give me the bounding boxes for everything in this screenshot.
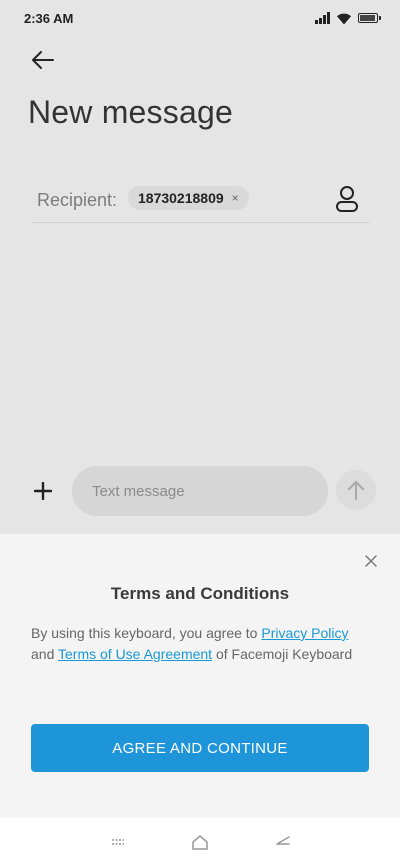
agree-and-continue-button[interactable]: AGREE AND CONTINUE: [31, 724, 369, 772]
plus-icon: [34, 482, 52, 500]
terms-text-part: of Facemoji Keyboard: [212, 645, 353, 662]
status-icons: [315, 10, 381, 26]
terms-text-part: and: [31, 645, 58, 662]
send-arrow-icon: [348, 481, 364, 500]
close-icon: [365, 555, 377, 567]
recipient-chip[interactable]: 18730218809 ×: [128, 186, 249, 210]
back-button[interactable]: [28, 46, 58, 74]
signal-icon: [315, 12, 330, 24]
contact-picker-button[interactable]: [334, 185, 360, 213]
send-button[interactable]: [336, 470, 376, 510]
recipient-chip-number: 18730218809: [138, 190, 224, 206]
menu-icon[interactable]: [109, 834, 127, 850]
home-icon[interactable]: [191, 834, 209, 850]
terms-of-use-link[interactable]: Terms of Use Agreement: [58, 646, 212, 662]
page-title: New message: [28, 94, 233, 130]
remove-recipient-icon[interactable]: ×: [232, 191, 239, 205]
status-time: 2:36 AM: [24, 11, 74, 26]
terms-sheet: Terms and Conditions By using this keybo…: [0, 534, 400, 818]
recipient-label: Recipient:: [37, 190, 118, 210]
privacy-policy-link[interactable]: Privacy Policy: [261, 625, 348, 641]
wifi-icon: [337, 13, 351, 24]
terms-text: By using this keyboard, you agree to Pri…: [31, 623, 361, 664]
contact-icon: [336, 186, 358, 212]
close-button[interactable]: [364, 554, 378, 568]
status-bar: 2:36 AM: [0, 0, 400, 36]
navigation-bar: [0, 818, 400, 866]
back-arrow-icon: [32, 51, 54, 69]
recipient-row: Recipient: 18730218809 ×: [32, 176, 370, 223]
terms-title: Terms and Conditions: [110, 584, 290, 603]
back-icon[interactable]: [274, 834, 292, 850]
add-attachment-button[interactable]: [24, 472, 62, 510]
message-input[interactable]: [72, 466, 328, 516]
terms-text-part: By using this keyboard, you agree to: [31, 625, 262, 641]
battery-icon: [358, 13, 381, 23]
